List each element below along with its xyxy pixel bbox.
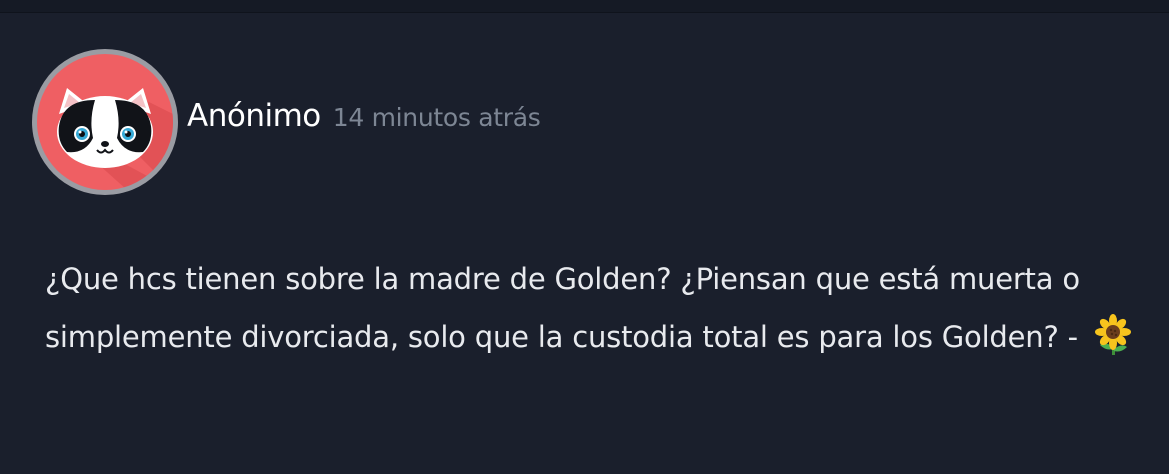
sunflower-icon	[1091, 313, 1135, 357]
top-divider	[0, 0, 1169, 13]
post-timestamp: 14 minutos atrás	[332, 103, 541, 132]
author-name[interactable]: Anónimo	[187, 98, 321, 134]
post-text: ¿Que hcs tienen sobre la madre de Golden…	[45, 262, 1080, 354]
post-header: Anónimo 14 minutos atrás	[187, 98, 541, 142]
avatar[interactable]	[32, 49, 178, 195]
post-body: ¿Que hcs tienen sobre la madre de Golden…	[45, 250, 1135, 366]
avatar-frame	[37, 54, 173, 190]
cat-avatar-icon	[57, 88, 173, 190]
